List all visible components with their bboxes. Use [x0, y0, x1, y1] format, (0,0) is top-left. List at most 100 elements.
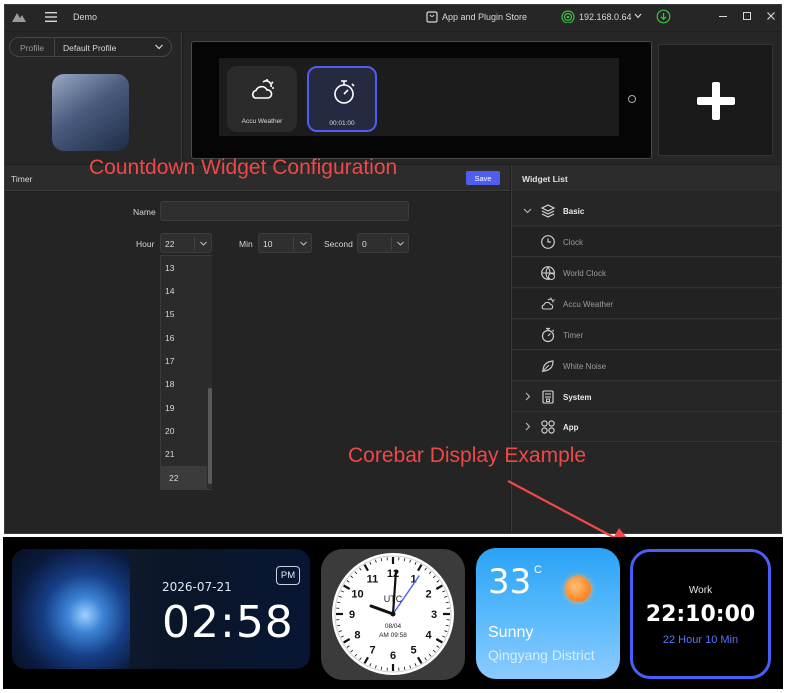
clock-numeral: 5	[410, 645, 416, 657]
app-logo-icon	[12, 13, 26, 22]
store-link[interactable]: App and Plugin Store	[442, 12, 527, 22]
widget-item-world-clock[interactable]: World Clock	[512, 258, 781, 288]
widget-item-label: Clock	[563, 238, 584, 247]
world-clock-icon	[541, 266, 555, 280]
hour-option[interactable]: 14	[161, 279, 207, 302]
name-label: Name	[133, 207, 156, 217]
widget-group-label: App	[563, 423, 579, 432]
annotation-config: Countdown Widget Configuration	[89, 156, 398, 179]
weather-location: Qingyang District	[488, 647, 595, 663]
corebar-preview-area: Accu Weather 00:01:00	[183, 32, 781, 164]
select-separator	[293, 237, 294, 250]
annotation-corebar: Corebar Display Example	[348, 444, 587, 467]
widget-group-app[interactable]: App	[512, 412, 781, 442]
hour-select[interactable]: 22	[160, 233, 212, 253]
analog-clock-face: 121234567891011 UTC 08/04 AM 09:58	[332, 553, 454, 675]
store-icon[interactable]	[426, 10, 438, 23]
hour-option[interactable]: 13	[161, 256, 207, 279]
timer-widget: Work 22:10:00 22 Hour 10 Min	[630, 549, 771, 679]
clock-icon	[541, 235, 555, 249]
hour-dropdown-list[interactable]: 13 14 15 16 17 18 19 20 21 22	[160, 255, 212, 490]
clock-numeral: 7	[369, 645, 375, 657]
widget-group-basic[interactable]: Basic	[512, 196, 781, 226]
timer-value: 22:10:00	[645, 602, 756, 627]
chevron-down-icon	[300, 241, 307, 246]
hour-option-selected[interactable]: 22	[161, 466, 207, 489]
weather-unit: C	[534, 564, 542, 576]
digital-clock-widget: 2026-07-21 02:58 PM	[12, 549, 310, 669]
preview-widget-weather[interactable]: Accu Weather	[227, 66, 297, 132]
min-selected-value: 10	[263, 239, 273, 249]
maximize-icon[interactable]	[741, 10, 753, 22]
min-select[interactable]: 10	[258, 233, 312, 253]
chevron-right-icon	[525, 422, 531, 431]
weather-temperature: 33	[488, 562, 532, 602]
clock-numeral: 11	[367, 573, 379, 585]
clock-time: 02:58	[162, 597, 294, 648]
widget-item-timer[interactable]: Timer	[512, 320, 781, 350]
profile-divider	[54, 38, 55, 56]
timer-icon	[541, 327, 555, 343]
clock-numeral: 10	[351, 589, 363, 601]
profile-select[interactable]: Profile Default Profile	[9, 37, 172, 57]
preview-widget-timer[interactable]: 00:01:00	[307, 66, 377, 132]
second-label: Second	[324, 239, 353, 249]
widget-item-clock[interactable]: Clock	[512, 227, 781, 257]
jellyfish-wallpaper	[12, 549, 130, 669]
chevron-down-icon	[397, 241, 404, 246]
timer-icon	[334, 80, 355, 104]
chevron-down-icon[interactable]	[633, 10, 643, 22]
weather-cloud-sun-icon	[541, 297, 555, 310]
profile-selected-value: Default Profile	[63, 43, 117, 53]
timer-title: Work	[688, 585, 713, 596]
profile-avatar[interactable]	[52, 74, 129, 151]
add-widget-button[interactable]	[658, 44, 773, 156]
save-button[interactable]: Save	[466, 171, 500, 185]
widget-group-label: Basic	[563, 207, 585, 216]
widget-item-accu-weather[interactable]: Accu Weather	[512, 289, 781, 319]
widget-item-label: White Noise	[563, 362, 607, 371]
layers-icon	[540, 204, 556, 218]
select-separator	[194, 237, 195, 250]
chevron-down-icon	[200, 241, 207, 246]
dropdown-scrollbar-thumb[interactable]	[208, 388, 212, 484]
second-selected-value: 0	[362, 239, 367, 249]
clock-numeral: 8	[354, 630, 360, 642]
clock-numeral: 4	[425, 630, 432, 642]
timer-subtitle: 22 Hour 10 Min	[662, 634, 739, 646]
window-title: Demo	[73, 12, 98, 22]
clock-time-label: AM 09:58	[379, 632, 407, 639]
hour-selected-value: 22	[165, 239, 175, 249]
hour-option[interactable]: 16	[161, 326, 207, 349]
minimize-icon[interactable]	[717, 10, 729, 22]
timer-config-form: Name Hour 22 Min 10 Second 0 13 14 15 16…	[5, 192, 510, 533]
name-input[interactable]	[160, 201, 409, 221]
weather-condition: Sunny	[488, 624, 534, 641]
profile-label: Profile	[20, 43, 45, 53]
corebar-display-example: 2026-07-21 02:58 PM 121234567891011 UTC …	[3, 537, 783, 689]
hour-option[interactable]: 15	[161, 302, 207, 325]
wifi-icon	[561, 10, 575, 23]
app-grid-icon	[541, 420, 555, 434]
second-select[interactable]: 0	[357, 233, 409, 253]
widget-list-header: Widget List	[512, 165, 781, 191]
widget-item-white-noise[interactable]: White Noise	[512, 351, 781, 381]
widget-group-system[interactable]: System	[512, 382, 781, 412]
close-icon[interactable]	[765, 10, 777, 22]
widget-item-label: Timer	[563, 331, 584, 340]
widget-item-label: World Clock	[563, 269, 606, 278]
menu-icon[interactable]	[45, 11, 57, 23]
world-clock-widget: 121234567891011 UTC 08/04 AM 09:58	[321, 549, 465, 680]
clock-numeral: 6	[390, 650, 396, 662]
clock-numeral: 3	[431, 609, 437, 621]
clock-date: 2026-07-21	[162, 580, 232, 594]
hour-option[interactable]: 20	[161, 419, 207, 442]
hour-option[interactable]: 19	[161, 396, 207, 419]
select-separator	[391, 237, 392, 250]
hour-option[interactable]: 17	[161, 349, 207, 372]
hour-option[interactable]: 21	[161, 442, 207, 465]
widget-item-label: Accu Weather	[563, 300, 614, 309]
hour-option[interactable]: 18	[161, 372, 207, 395]
system-icon	[542, 390, 554, 404]
update-download-icon[interactable]	[656, 9, 671, 24]
